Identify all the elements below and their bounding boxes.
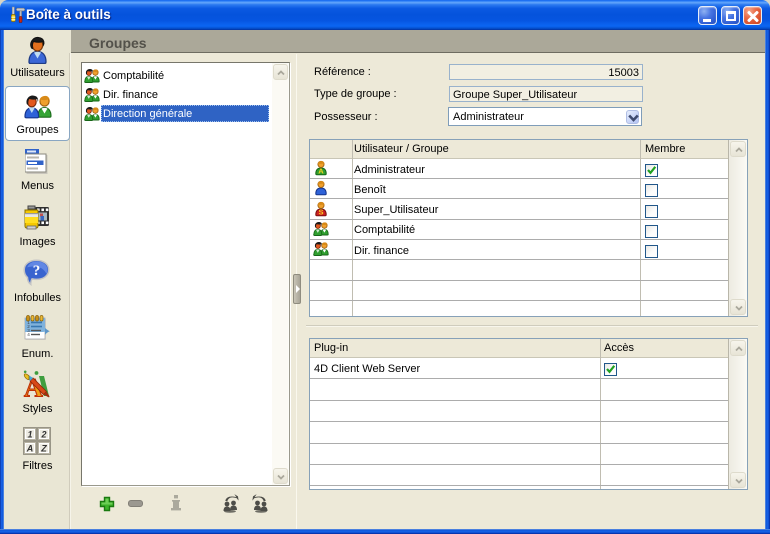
svg-text:S: S <box>318 207 323 216</box>
svg-text:1: 1 <box>27 430 32 440</box>
svg-text:Z: Z <box>40 444 47 454</box>
svg-text:A: A <box>26 444 34 454</box>
svg-text:2: 2 <box>40 430 46 440</box>
svg-text:?: ? <box>33 263 41 279</box>
svg-text:A: A <box>318 166 324 175</box>
svg-text:4: 4 <box>27 332 30 337</box>
